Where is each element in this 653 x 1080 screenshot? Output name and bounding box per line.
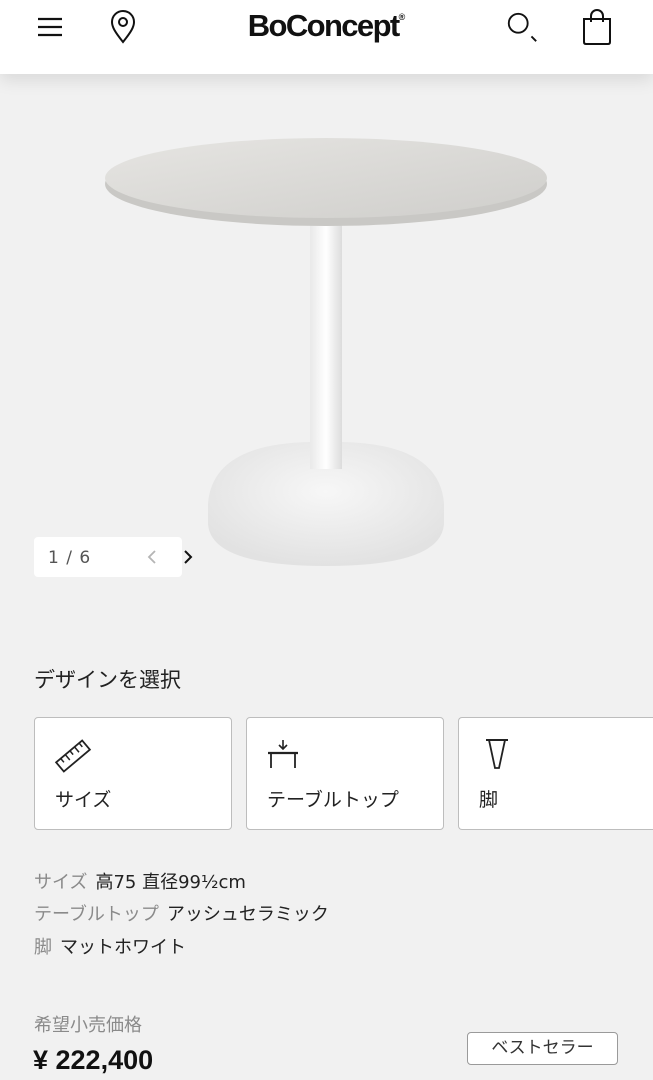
leg-icon: [477, 736, 517, 776]
spec-size-key: サイズ: [34, 872, 88, 893]
spec-size: サイズ 高75 直径99½cm: [34, 872, 246, 894]
ruler-icon: [53, 736, 93, 776]
chevron-right-icon[interactable]: [176, 545, 200, 569]
shopping-bag-icon[interactable]: [580, 9, 614, 45]
registered-mark: ®: [398, 12, 406, 22]
search-icon[interactable]: [505, 10, 539, 44]
option-size-card[interactable]: サイズ: [34, 717, 232, 830]
spec-leg: 脚マットホワイト: [34, 937, 186, 959]
top-header: BoConcept®: [0, 0, 653, 74]
tabletop-icon: [265, 736, 305, 776]
price-value: ¥ 222,400: [33, 1045, 154, 1075]
price-label: 希望小売価格: [34, 1015, 142, 1036]
option-leg-card[interactable]: 脚: [458, 717, 653, 830]
option-size-label: サイズ: [55, 789, 112, 811]
option-tabletop-card[interactable]: テーブルトップ: [246, 717, 444, 830]
spec-leg-key: 脚: [34, 937, 52, 958]
spec-leg-value: マットホワイト: [60, 937, 186, 958]
option-leg-label: 脚: [479, 789, 499, 811]
spec-tabletop-value: アッシュセラミック: [166, 904, 329, 925]
product-image[interactable]: [0, 74, 653, 604]
spec-size-value: 高75 直径99½cm: [95, 872, 246, 893]
spec-tabletop-key: テーブルトップ: [34, 904, 159, 925]
gallery-pager: 1 / 6: [34, 537, 193, 577]
gallery-counter: 1 / 6: [48, 548, 92, 568]
spec-tabletop: テーブルトップ アッシュセラミック: [34, 904, 329, 926]
option-tabletop-label: テーブルトップ: [267, 789, 399, 811]
logo-text: BoConcept: [247, 8, 401, 43]
chevron-left-icon[interactable]: [140, 545, 164, 569]
design-section-title: デザインを選択: [34, 668, 181, 692]
brand-logo[interactable]: BoConcept®: [0, 8, 653, 44]
bestseller-badge: ベストセラー: [467, 1032, 618, 1065]
